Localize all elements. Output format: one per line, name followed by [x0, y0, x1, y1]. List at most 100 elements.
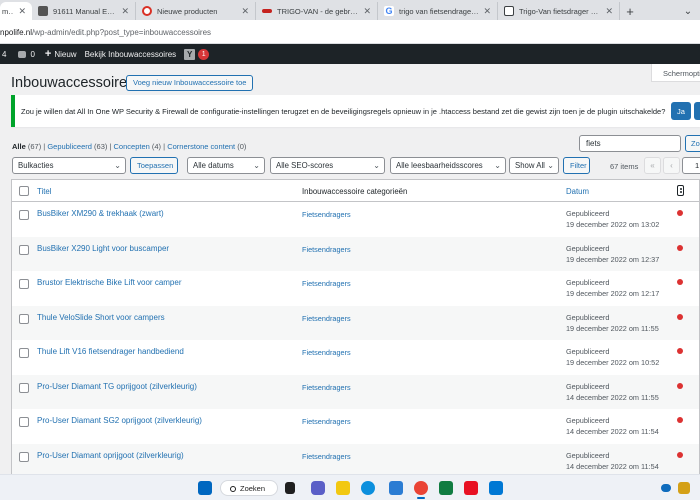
- browser-tab[interactable]: G trigo van fietsendrager - Go ✕: [378, 2, 498, 20]
- notice-yes-button[interactable]: Ja: [671, 102, 691, 120]
- excel-icon[interactable]: [439, 481, 453, 495]
- view-published[interactable]: Gepubliceerd (63): [47, 142, 107, 151]
- row-category-link[interactable]: Fietsendragers: [302, 348, 351, 357]
- readability-filter-select[interactable]: Alle leesbaarheidsscores ⌄: [390, 157, 506, 174]
- comment-icon: [18, 50, 27, 58]
- show-filter-select[interactable]: Show All ⌄: [509, 157, 559, 174]
- select-all-checkbox[interactable]: [19, 186, 29, 196]
- row-title-link[interactable]: Pro-User Diamant TG oprijgoot (zilverkle…: [37, 382, 197, 391]
- row-checkbox[interactable]: [19, 451, 29, 462]
- chevron-down-icon: ⌄: [253, 161, 260, 170]
- site-icon: [504, 6, 514, 16]
- row-checkbox[interactable]: [19, 210, 29, 220]
- row-title-link[interactable]: BusBiker X290 Light voor buscamper: [37, 244, 169, 253]
- browser-tab[interactable]: Trigo-Van fietsdrager van S ✕: [498, 2, 620, 20]
- seo-score-dot-icon: [677, 279, 683, 285]
- table-row: Thule VeloSlide Short voor campers Fietse…: [12, 305, 699, 340]
- app-icon[interactable]: [464, 481, 478, 495]
- row-checkbox[interactable]: [19, 244, 29, 255]
- first-page-button[interactable]: «: [644, 157, 661, 174]
- new-content-link[interactable]: + Nieuw: [45, 48, 77, 60]
- close-icon[interactable]: ✕: [18, 6, 26, 17]
- close-icon[interactable]: ✕: [483, 6, 491, 17]
- table-row: Pro-User Diamant oprijgoot (zilverkleuri…: [12, 443, 699, 475]
- row-category-link[interactable]: Fietsendragers: [302, 245, 351, 254]
- new-content-label: Nieuw: [54, 49, 77, 59]
- close-icon[interactable]: ✕: [605, 6, 613, 17]
- row-category-link[interactable]: Fietsendragers: [302, 452, 351, 461]
- bulk-actions-select[interactable]: Bulkacties ⌄: [12, 157, 126, 174]
- row-category-link[interactable]: Fietsendragers: [302, 383, 351, 392]
- column-date-header[interactable]: Datum: [566, 187, 589, 196]
- column-category-header: Inbouwaccessoire categorieën: [302, 187, 408, 196]
- row-title-link[interactable]: Pro-User Diamant SG2 oprijgoot (zilverkl…: [37, 416, 202, 425]
- onedrive-icon[interactable]: [661, 484, 671, 492]
- row-category-link[interactable]: Fietsendragers: [302, 417, 351, 426]
- notice-text: Zou je willen dat All In One WP Security…: [21, 107, 666, 116]
- browser-tab-active[interactable]: mpo ✕: [0, 2, 32, 20]
- search-input[interactable]: fiets: [579, 135, 681, 152]
- table-row: BusBiker X290 Light voor buscamper Fietse…: [12, 236, 699, 271]
- chevron-down-icon[interactable]: ⌄: [676, 2, 700, 20]
- close-icon[interactable]: ✕: [363, 6, 371, 17]
- row-title-link[interactable]: Thule VeloSlide Short voor campers: [37, 313, 165, 322]
- edge-icon[interactable]: [361, 481, 375, 495]
- table-row: Pro-User Diamant TG oprijgoot (zilverkle…: [12, 374, 699, 409]
- view-archive-link[interactable]: Bekijk Inbouwaccessoires: [85, 50, 177, 59]
- view-all[interactable]: Alle (67): [12, 142, 41, 151]
- bulk-actions-value: Bulkacties: [18, 161, 54, 170]
- close-icon[interactable]: ✕: [121, 6, 129, 17]
- search-button[interactable]: Zoe: [685, 135, 700, 152]
- row-checkbox[interactable]: [19, 279, 29, 289]
- photos-icon[interactable]: [489, 481, 503, 495]
- windows-start-icon[interactable]: [198, 481, 212, 495]
- view-published-label: Gepubliceerd: [47, 142, 92, 151]
- row-checkbox[interactable]: [19, 382, 29, 393]
- view-cornerstone[interactable]: Cornerstone content (0): [167, 142, 246, 151]
- browser-tab[interactable]: Nieuwe producten ✕: [136, 2, 256, 20]
- updates-count[interactable]: 4: [2, 50, 6, 59]
- row-category-link[interactable]: Fietsendragers: [302, 279, 351, 288]
- row-checkbox[interactable]: [19, 417, 29, 427]
- chrome-icon[interactable]: [414, 481, 428, 495]
- row-category-link[interactable]: Fietsendragers: [302, 314, 351, 323]
- outlook-icon[interactable]: [389, 481, 403, 495]
- row-title-link[interactable]: Brustor Elektrische Bike Lift voor campe…: [37, 278, 182, 287]
- new-tab-plus-icon[interactable]: +: [620, 2, 640, 20]
- windows-taskbar: Zoeken: [0, 474, 700, 500]
- url-text[interactable]: npolife.nl/wp-admin/edit.php?post_type=i…: [0, 25, 700, 40]
- prev-page-button[interactable]: ‹: [663, 157, 680, 174]
- security-notice: Zou je willen dat All In One WP Security…: [11, 95, 700, 127]
- file-explorer-icon[interactable]: [336, 481, 350, 495]
- row-category-link[interactable]: Fietsendragers: [302, 210, 351, 219]
- browser-tab[interactable]: 91611 Manual Enduro EM2 ✕: [32, 2, 136, 20]
- site-icon: [142, 6, 152, 16]
- seo-filter-select[interactable]: Alle SEO-scores ⌄: [270, 157, 385, 174]
- row-title-link[interactable]: BusBiker XM290 & trekhaak (zwart): [37, 209, 164, 218]
- task-view-icon[interactable]: [285, 482, 295, 494]
- row-title-link[interactable]: Thule Lift V16 fietsendrager handbediend: [37, 347, 184, 356]
- date-filter-select[interactable]: Alle datums ⌄: [187, 157, 265, 174]
- browser-tab[interactable]: TRIGO-VAN - de gebruiksv ✕: [256, 2, 378, 20]
- column-title-header[interactable]: Titel: [37, 187, 51, 196]
- view-all-count: (67): [27, 142, 42, 151]
- address-bar[interactable]: npolife.nl/wp-admin/edit.php?post_type=i…: [0, 20, 700, 44]
- tray-icon[interactable]: [678, 482, 690, 494]
- notice-no-button[interactable]: [694, 102, 700, 120]
- row-checkbox[interactable]: [19, 348, 29, 358]
- tab-title: Trigo-Van fietsdrager van S: [519, 6, 602, 16]
- view-archive-label: Bekijk Inbouwaccessoires: [84, 49, 177, 59]
- apply-button[interactable]: Toepassen: [130, 157, 178, 174]
- filter-button[interactable]: Filter: [563, 157, 590, 174]
- add-new-button[interactable]: Voeg nieuw Inbouwaccessoire toe: [126, 75, 254, 91]
- view-drafts[interactable]: Concepten (4): [114, 142, 162, 151]
- taskbar-search[interactable]: Zoeken: [220, 480, 278, 496]
- yoast-menu[interactable]: Y 1: [184, 48, 210, 60]
- comments-link[interactable]: 0: [18, 50, 35, 59]
- screen-options-button[interactable]: Schermopties: [651, 64, 700, 82]
- close-icon[interactable]: ✕: [241, 6, 249, 17]
- teams-icon[interactable]: [311, 481, 325, 495]
- row-checkbox[interactable]: [19, 313, 29, 324]
- current-page-input[interactable]: 1: [682, 157, 700, 174]
- row-title-link[interactable]: Pro-User Diamant oprijgoot (zilverkleuri…: [37, 451, 184, 460]
